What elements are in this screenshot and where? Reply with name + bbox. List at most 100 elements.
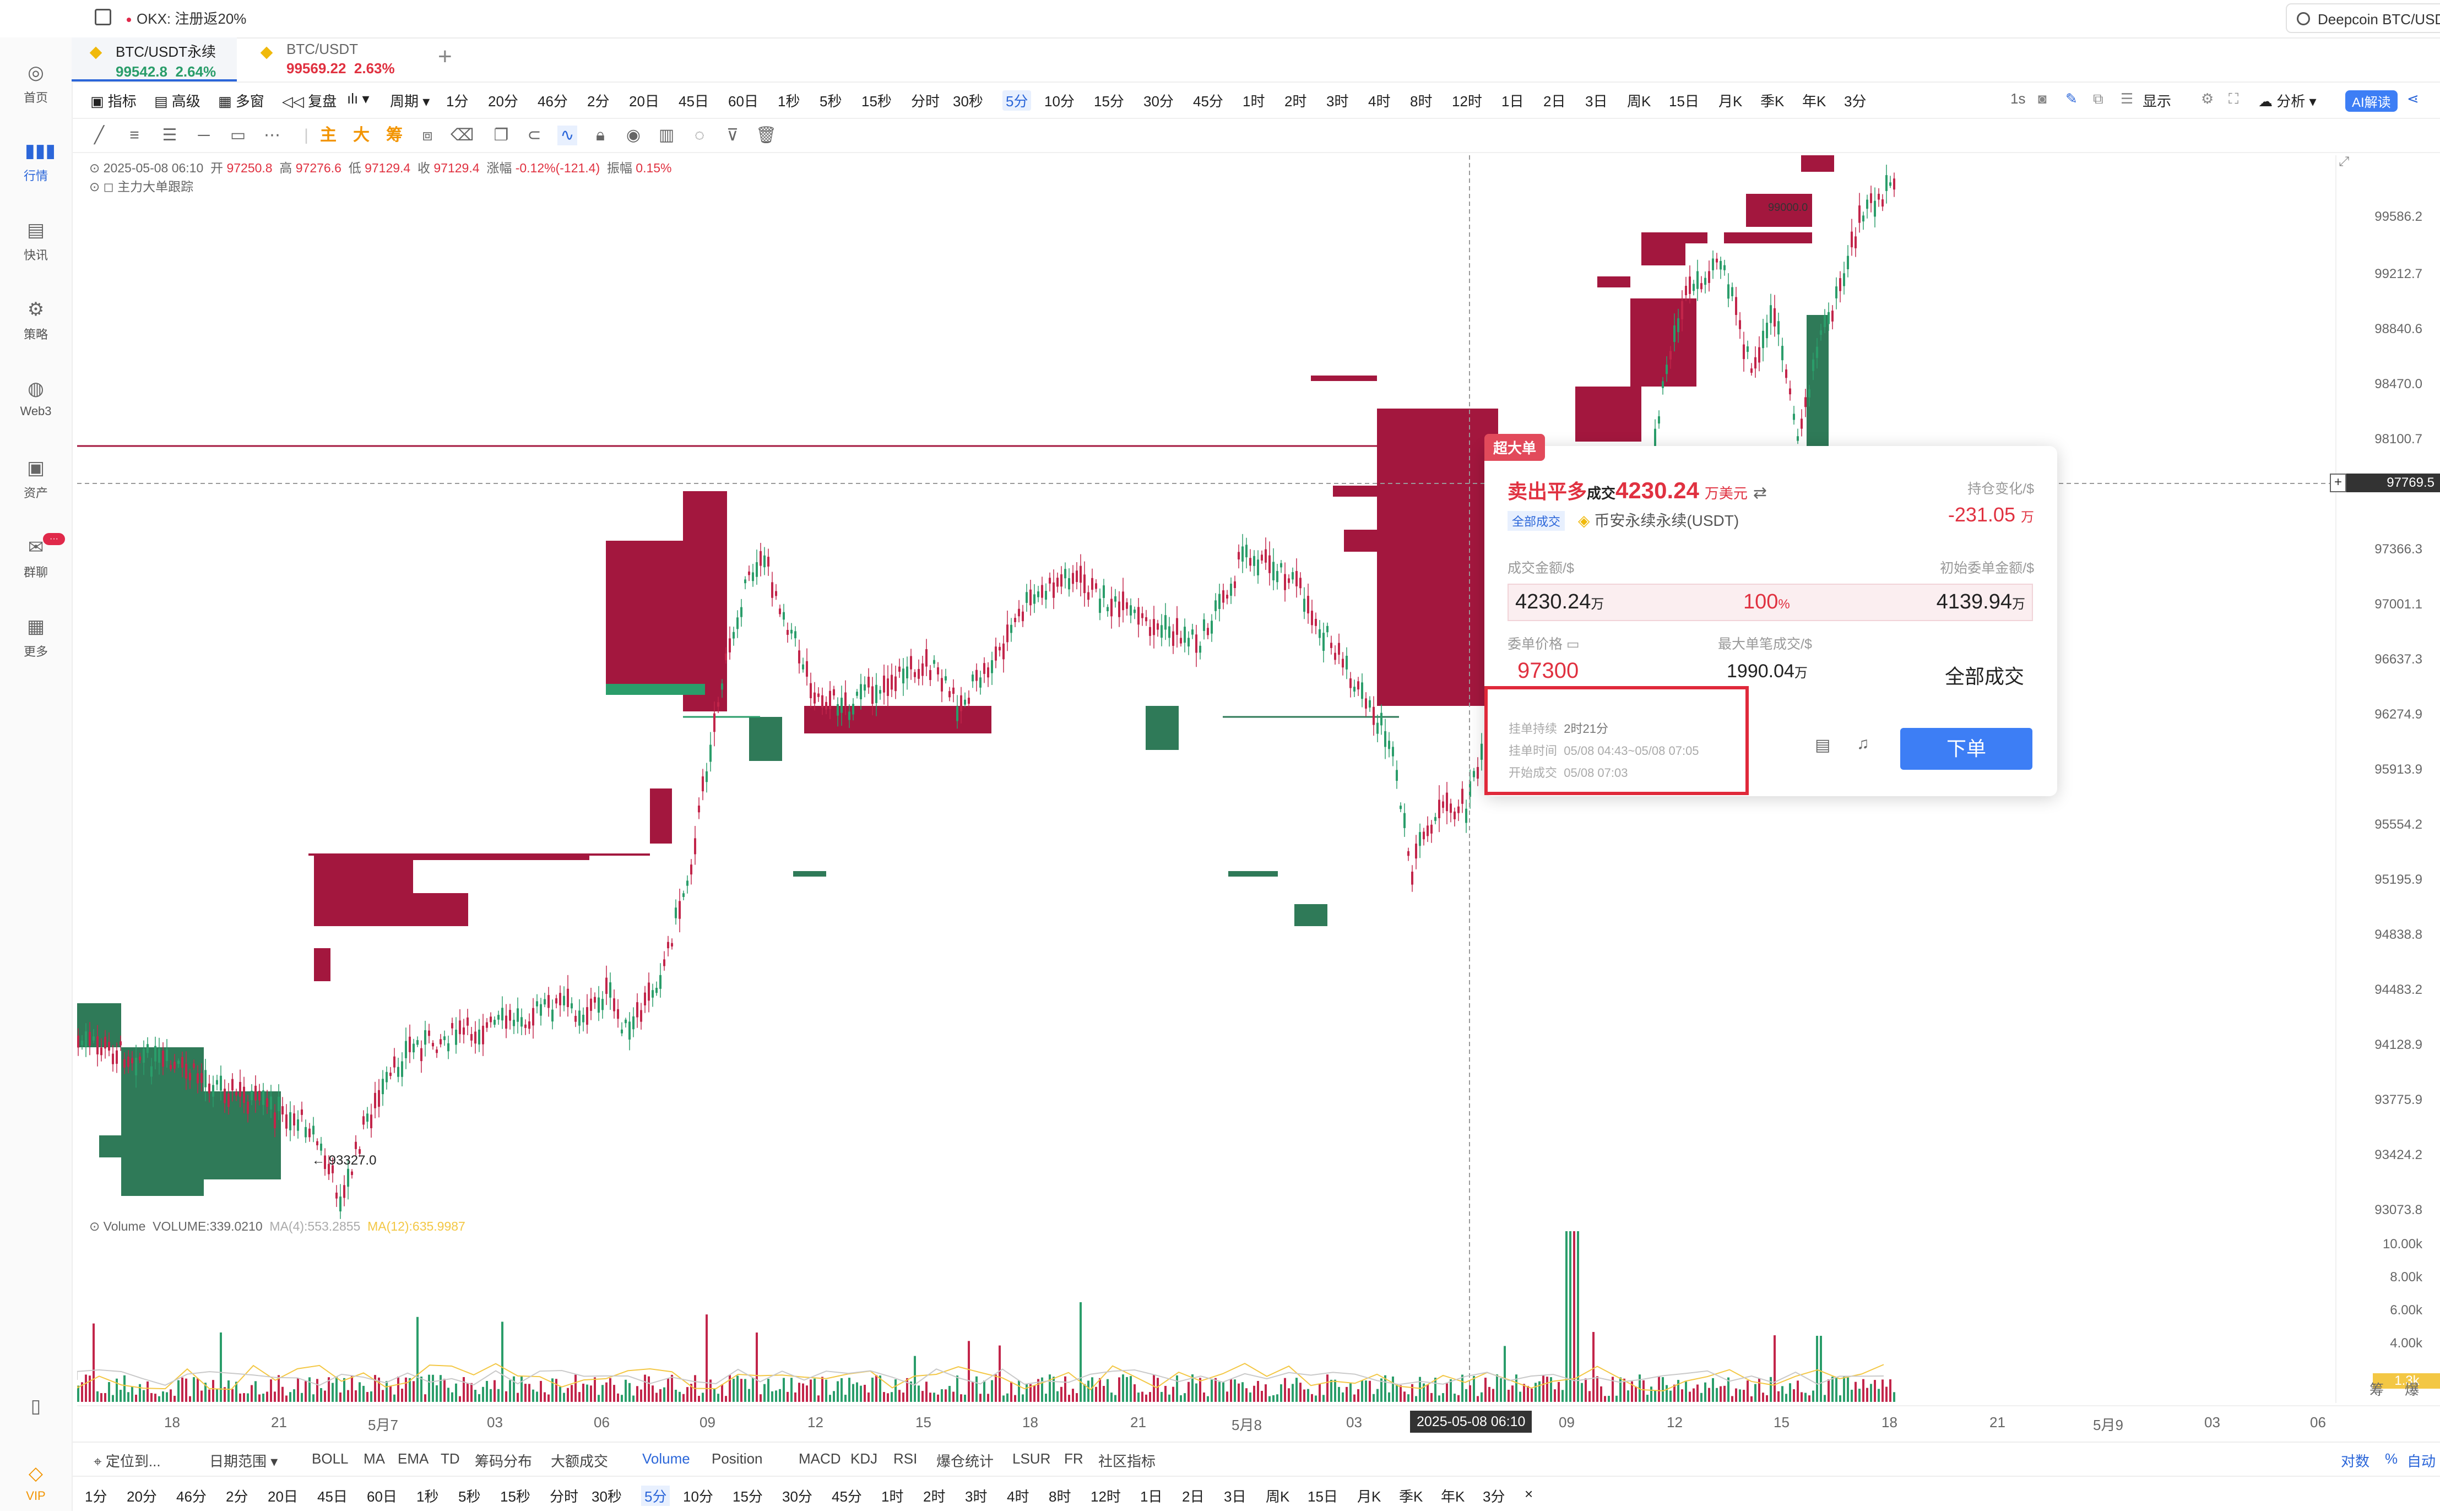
period-item-29[interactable]: 季K — [1760, 90, 1784, 111]
bottom-period-item-31[interactable]: 3分 — [1483, 1486, 1505, 1506]
period-item-3[interactable]: 2分 — [587, 90, 609, 111]
main-force-icon[interactable]: 主 — [318, 126, 338, 145]
bottom-period-item-19[interactable]: 3时 — [965, 1486, 987, 1506]
indicator-item-7[interactable]: Position — [712, 1450, 763, 1467]
bottom-period-item-10[interactable]: 分时 — [550, 1486, 578, 1506]
bottom-period-item-22[interactable]: 12时 — [1091, 1486, 1121, 1506]
percent-scale-toggle[interactable]: % — [2385, 1450, 2398, 1467]
big-order-icon[interactable]: 大 — [351, 126, 371, 145]
bottom-period-item-1[interactable]: 20分 — [127, 1486, 157, 1506]
window-icon[interactable] — [95, 9, 111, 25]
trash-icon[interactable]: 🗑︎ — [756, 126, 777, 145]
indicator-item-2[interactable]: EMA — [398, 1450, 429, 1467]
period-item-18[interactable]: 2时 — [1284, 90, 1306, 111]
indicator-item-3[interactable]: TD — [441, 1450, 460, 1467]
indicator-item-10[interactable]: RSI — [893, 1450, 917, 1467]
eye-icon[interactable]: ◌ — [690, 126, 709, 145]
bottom-period-item-30[interactable]: 年K — [1441, 1486, 1465, 1506]
period-item-10[interactable]: 分时 — [911, 90, 940, 111]
indicator-button[interactable]: ▣ 指标 — [90, 90, 137, 111]
bottom-period-item-0[interactable]: 1分 — [85, 1486, 107, 1506]
bottom-period-item-17[interactable]: 1时 — [881, 1486, 903, 1506]
copy-icon[interactable]: ❐ — [491, 126, 511, 145]
expand-icon[interactable]: ⤢ — [2339, 154, 2355, 171]
period-item-22[interactable]: 12时 — [1452, 90, 1482, 111]
eraser-icon[interactable]: ⌫ — [451, 126, 474, 145]
template-icon[interactable]: ▥ — [657, 126, 676, 145]
indicator-item-12[interactable]: LSUR — [1012, 1450, 1050, 1467]
place-order-button[interactable]: 下单 — [1900, 728, 2032, 770]
bottom-period-item-16[interactable]: 45分 — [832, 1486, 862, 1506]
replay-button[interactable]: ◁◁ 复盘 — [282, 90, 337, 111]
bottom-period-item-12[interactable]: 5分 — [641, 1486, 670, 1506]
bottom-period-item-23[interactable]: 1日 — [1140, 1486, 1162, 1506]
indicator-item-1[interactable]: MA — [364, 1450, 385, 1467]
sidebar-item-vip[interactable]: ◇ VIP — [0, 1464, 72, 1503]
period-item-9[interactable]: 15秒 — [861, 90, 892, 111]
date-range-dropdown[interactable]: 日期范围 ▾ — [209, 1450, 278, 1471]
period-item-28[interactable]: 月K — [1718, 90, 1742, 111]
settings-gear-icon[interactable]: ⚙ — [2201, 90, 2214, 107]
sidebar-item-web3[interactable]: ◍ Web3 — [0, 379, 72, 418]
draw-mode-icon[interactable]: ∿ — [557, 126, 577, 145]
bottom-period-item-7[interactable]: 1秒 — [416, 1486, 438, 1506]
bottom-period-item-24[interactable]: 2日 — [1182, 1486, 1204, 1506]
period-dropdown[interactable]: 周期 ▾ — [390, 90, 430, 111]
fullscreen-icon[interactable]: ⛶ — [2228, 90, 2238, 108]
bottom-period-item-9[interactable]: 15秒 — [500, 1486, 530, 1506]
period-item-17[interactable]: 1时 — [1243, 90, 1265, 111]
indicator-item-6[interactable]: Volume — [642, 1450, 690, 1467]
period-item-13[interactable]: 10分 — [1044, 90, 1075, 111]
tab-btcusdt-spot[interactable]: BTC/USDT 99569.22 2.63% — [242, 37, 408, 81]
period-item-25[interactable]: 3日 — [1585, 90, 1607, 111]
sidebar-item-strategy[interactable]: ⚙ 策略 — [0, 300, 72, 342]
indicator-item-14[interactable]: 社区指标 — [1098, 1450, 1156, 1471]
big-order-card[interactable]: 超大单 卖出平多成交4230.24 万美元 ⇄ 持仓变化/$ -231.05 万… — [1484, 434, 2057, 796]
bottom-period-item-26[interactable]: 周K — [1266, 1486, 1289, 1506]
period-item-0[interactable]: 1分 — [446, 90, 468, 111]
period-item-31[interactable]: 3分 — [1844, 90, 1866, 111]
camera-icon[interactable]: ◙ — [2038, 90, 2047, 107]
indicator-item-11[interactable]: 爆仓统计 — [936, 1450, 994, 1471]
swap-icon[interactable]: ⇄ — [1753, 484, 1767, 502]
tracker-legend[interactable]: ⊙ ◻ 主力大单跟踪 — [89, 176, 193, 195]
interval-1s[interactable]: 1s — [2010, 90, 2025, 107]
lock-icon[interactable]: 🔒︎ — [590, 126, 610, 145]
sidebar-item-assets[interactable]: ▣ 资产 — [0, 458, 72, 501]
indicator-item-8[interactable]: MACD — [799, 1450, 841, 1467]
period-item-15[interactable]: 30分 — [1143, 90, 1174, 111]
bottom-period-item-5[interactable]: 45日 — [317, 1486, 348, 1506]
pen-icon[interactable]: ✎ — [2065, 90, 2078, 107]
bottom-period-item-28[interactable]: 月K — [1357, 1486, 1381, 1506]
bottom-period-item-21[interactable]: 8时 — [1049, 1486, 1071, 1506]
notes-icon[interactable]: ▤ — [1815, 736, 1830, 755]
time-axis[interactable]: 18 21 5月7 03 06 09 12 15 18 21 5月8 03 09 12 15 18 21 5月9 0… — [77, 1405, 2440, 1439]
period-item-11[interactable]: 30秒 — [953, 90, 983, 111]
indicator-item-5[interactable]: 大额成交 — [551, 1450, 608, 1471]
ai-analysis-button[interactable]: AI解读 — [2345, 90, 2398, 112]
period-item-26[interactable]: 周K — [1627, 90, 1651, 111]
list-icon[interactable]: ☰ — [2121, 90, 2133, 107]
period-item-8[interactable]: 5秒 — [820, 90, 842, 111]
bottom-period-item-11[interactable]: 30秒 — [592, 1486, 622, 1506]
period-item-14[interactable]: 15分 — [1094, 90, 1124, 111]
bottom-period-item-25[interactable]: 3日 — [1224, 1486, 1246, 1506]
magnet-icon[interactable]: ⊂ — [524, 126, 544, 145]
period-item-19[interactable]: 3时 — [1326, 90, 1348, 111]
bottom-period-item-4[interactable]: 20日 — [268, 1486, 298, 1506]
add-tab-icon[interactable]: + — [438, 43, 452, 70]
analysis-dropdown[interactable]: ☁ 分析 ▾ — [2258, 90, 2317, 111]
period-item-27[interactable]: 15日 — [1669, 90, 1699, 111]
sidebar-item-device[interactable]: ▯ — [0, 1396, 72, 1422]
indicator-item-0[interactable]: BOLL — [312, 1450, 349, 1467]
hide-icon[interactable]: ◉ — [623, 126, 643, 145]
period-item-2[interactable]: 46分 — [538, 90, 568, 111]
indicator-item-9[interactable]: KDJ — [850, 1450, 877, 1467]
bottom-period-item-18[interactable]: 2时 — [923, 1486, 945, 1506]
advanced-button[interactable]: ▤ 高级 — [154, 90, 200, 111]
period-item-23[interactable]: 1日 — [1501, 90, 1523, 111]
indicator-item-13[interactable]: FR — [1064, 1450, 1083, 1467]
bottom-period-item-8[interactable]: 5秒 — [458, 1486, 480, 1506]
popout-icon[interactable]: ⧉ — [2093, 90, 2103, 108]
sidebar-item-home[interactable]: ◎ 首页 — [0, 63, 72, 106]
